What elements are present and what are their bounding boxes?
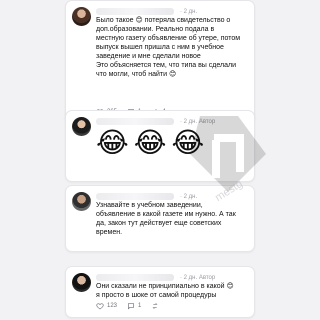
username-blurred[interactable] [96, 8, 174, 15]
comment-icon [127, 302, 135, 310]
comment-card: · 2 дн. Автор 😂 😂 😂 [65, 110, 255, 182]
comment-line: доп.образовании. Реально подала в [96, 26, 215, 33]
username-blurred[interactable] [96, 193, 174, 200]
comment-count: 1 [138, 303, 142, 309]
comment-meta: · 2 дн. Автор [96, 273, 215, 282]
repost-icon [151, 302, 159, 310]
comment-line: выпуск вышел пришла с ним в учебное [96, 44, 224, 51]
like-count: 123 [107, 303, 118, 309]
avatar[interactable] [72, 7, 91, 26]
comment-line: что могли, чтоб найти 😊 [96, 71, 177, 78]
comment-line: Было такое 😊 потеряла свидетельство о [96, 17, 231, 24]
comments-feed: · 2 дн. Было такое 😊 потеряла свидетельс… [0, 0, 320, 320]
comment-line: Узнавайте в учебном заведении, [96, 202, 203, 209]
comment-text: Узнавайте в учебном заведении, объявлени… [96, 201, 250, 237]
emoji-reaction-row: 😂 😂 😂 [96, 129, 204, 157]
comment-meta: · 2 дн. [96, 192, 197, 201]
comment-line: Они сказали не принципиально в какой 😊 [96, 283, 234, 290]
laughing-emoji: 😂 [96, 127, 129, 158]
comment-text: Было такое 😊 потеряла свидетельство о до… [96, 16, 250, 79]
comment-time: · 2 дн. [180, 193, 198, 200]
comment-line: заведение и мне сделали новое [96, 53, 201, 60]
avatar[interactable] [72, 273, 91, 292]
laughing-emoji: 😂 [133, 127, 167, 158]
comment-line: да, закон тут действует еще советских [96, 220, 222, 227]
comment-meta: · 2 дн. [96, 7, 197, 16]
comment-line: я просто в шоке от самой процедуры [96, 292, 217, 299]
username-blurred[interactable] [96, 118, 174, 125]
laughing-emoji: 😂 [171, 127, 205, 158]
avatar[interactable] [72, 117, 91, 136]
comment-card: · 2 дн. Автор Они сказали не принципиаль… [65, 266, 255, 318]
comment-actions: 123 1 [96, 302, 159, 310]
comment-line: местную газету объявление об утере, пото… [96, 35, 241, 42]
comment-time: · 2 дн. Автор [180, 118, 216, 125]
heart-icon [96, 302, 104, 310]
comment-card: · 2 дн. Было такое 😊 потеряла свидетельс… [65, 0, 255, 124]
username-blurred[interactable] [96, 274, 174, 281]
like-button[interactable]: 123 [96, 302, 117, 310]
comment-line: времен. [96, 229, 123, 236]
comment-button[interactable]: 1 [127, 302, 141, 310]
comment-time: · 2 дн. [180, 8, 198, 15]
comment-text: Они сказали не принципиально в какой 😊 я… [96, 282, 250, 300]
comment-time: · 2 дн. Автор [180, 274, 216, 281]
comment-line: объявление в какой газете им нужно. А та… [96, 211, 236, 218]
avatar[interactable] [72, 192, 91, 211]
comment-line: Это объясняется тем, что типа вы сделали [96, 62, 237, 69]
comment-meta: · 2 дн. Автор [96, 117, 215, 126]
repost-button[interactable] [151, 302, 159, 310]
